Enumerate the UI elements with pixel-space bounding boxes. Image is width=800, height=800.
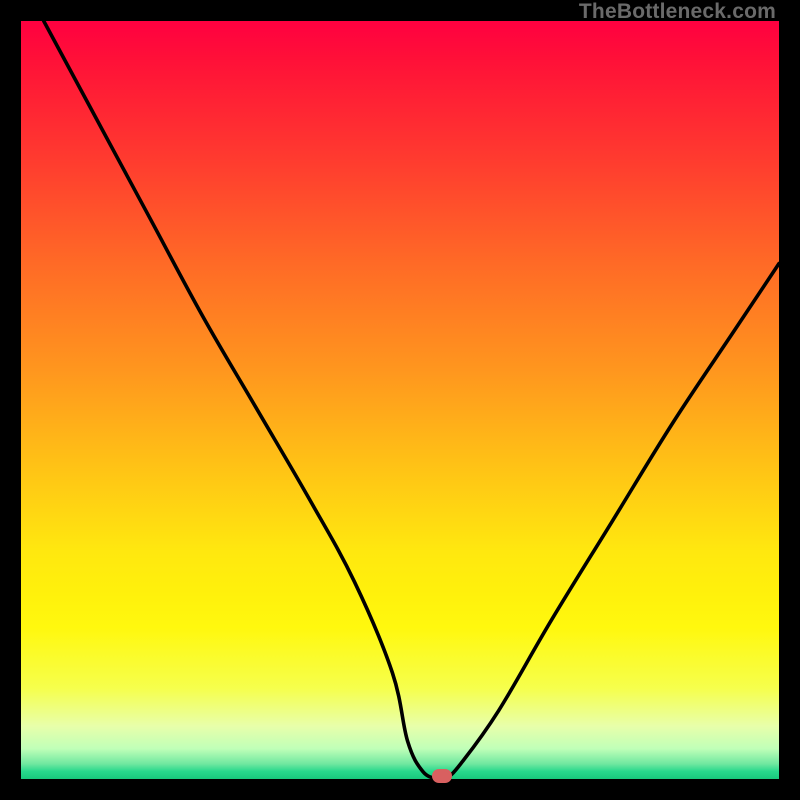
watermark-text: TheBottleneck.com — [579, 0, 776, 24]
chart-frame: TheBottleneck.com — [0, 0, 800, 800]
bottleneck-curve — [21, 21, 779, 779]
minimum-marker — [432, 769, 452, 783]
